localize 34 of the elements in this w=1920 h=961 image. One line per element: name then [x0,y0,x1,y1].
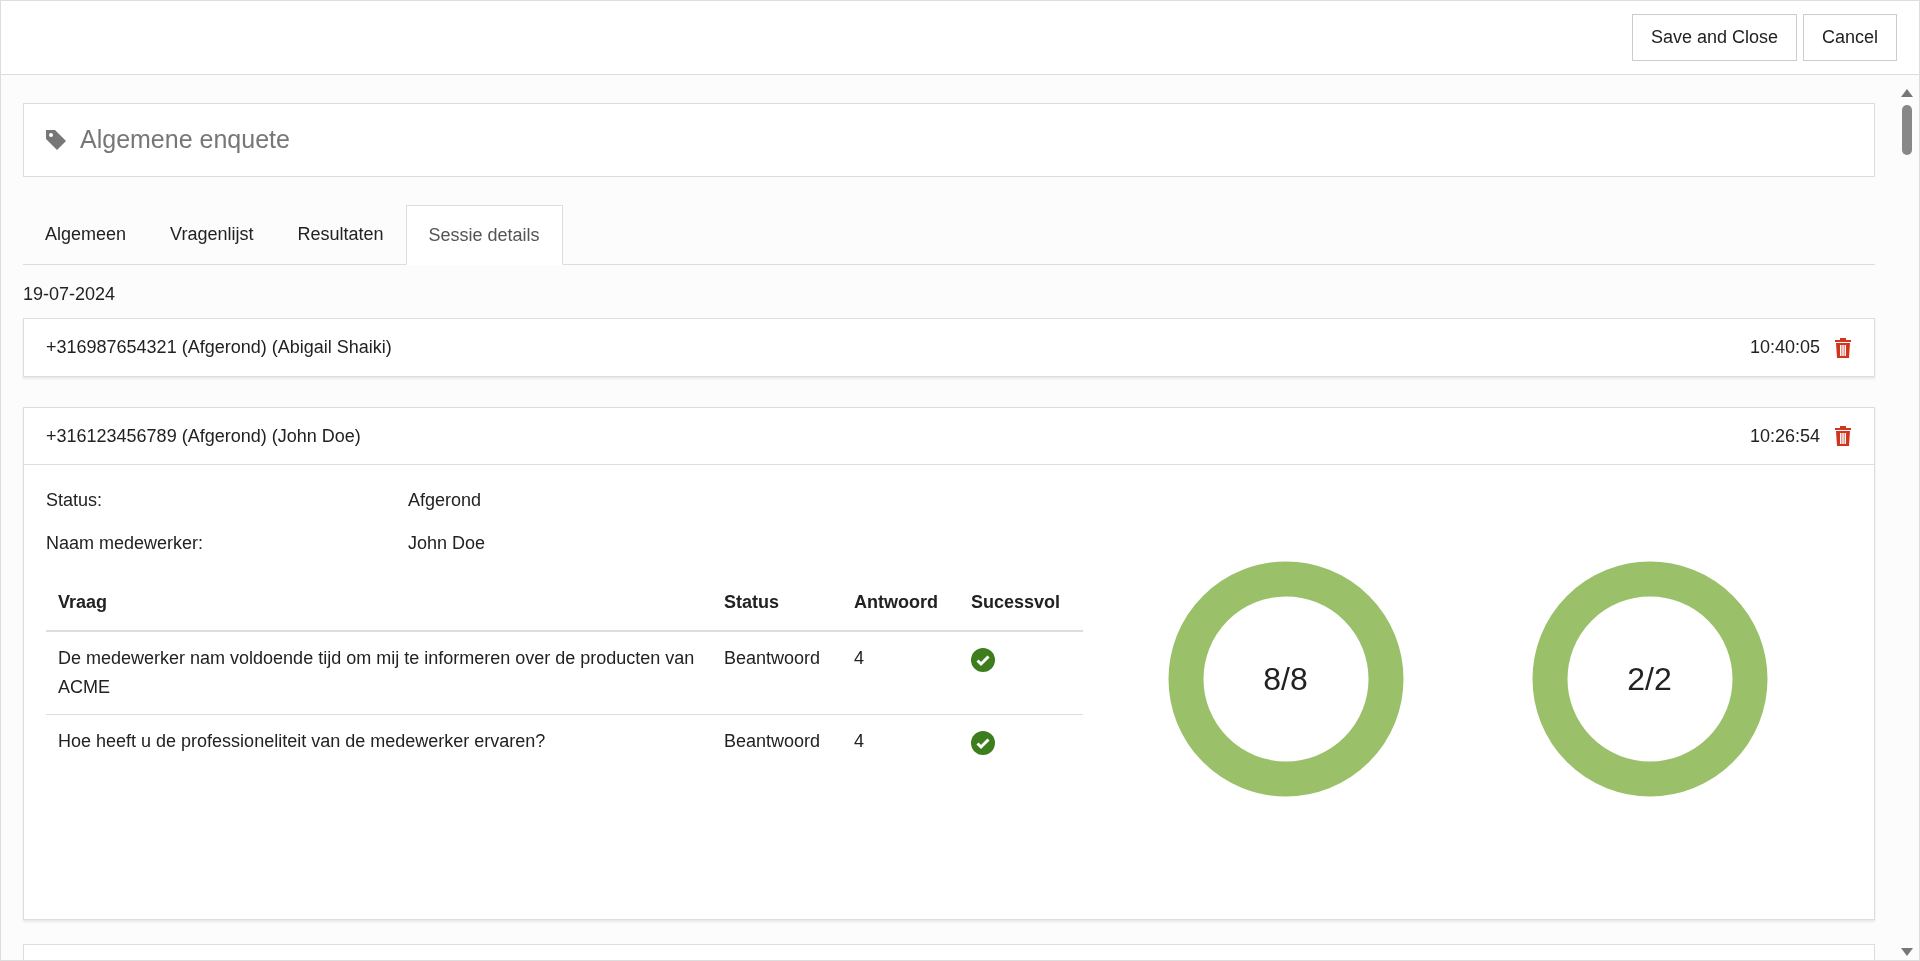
date-label: 19-07-2024 [23,283,116,306]
tab[interactable]: Algemeen [23,205,149,264]
column-header: Antwoord [842,575,959,631]
column-header: Sucessvol [959,575,1083,631]
toolbar-button[interactable]: Cancel [1802,14,1897,61]
table-cell: 4 [842,631,959,715]
scroll-up-icon[interactable] [1901,89,1913,97]
detail-label: Naam medewerker: [46,532,205,555]
table-cell: Beantwoord [712,714,842,771]
session-time: 10:26:54 [1749,424,1820,448]
tab[interactable]: Vragenlijst [148,205,276,264]
scrollbar-thumb[interactable] [1902,105,1912,155]
session-time: 10:40:05 [1749,336,1820,359]
session-title[interactable]: +316987654321 (Afgerond) (Abigail Shaiki) [46,334,392,361]
table-cell: Hoe heeft u de professioneliteit van de medewerker ervaren? [46,714,712,771]
scroll-down-icon[interactable] [1901,948,1913,956]
detail-value: Afgerond [408,489,482,512]
toolbar-button[interactable]: Save and Close [1631,14,1797,61]
detail-value: John Doe [408,532,486,555]
gauge-label: 8/8 [1263,660,1308,699]
page-title: Algemene enquete [80,124,290,156]
detail-label: Status: [46,489,104,512]
table-cell: 4 [842,714,959,771]
session-title[interactable]: +316123456789 (Afgerond) (John Doe) [46,422,361,450]
table-cell: Beantwoord [712,631,842,715]
column-header: Vraag [46,575,712,631]
tab[interactable]: Sessie details [405,205,563,265]
tab[interactable]: Resultaten [275,205,406,264]
column-header: Status [712,575,842,631]
trash-icon[interactable] [1834,336,1852,359]
tag-icon [44,128,68,152]
trash-icon[interactable] [1834,425,1852,447]
gauge-label: 2/2 [1627,660,1672,699]
table-cell: De medewerker nam voldoende tijd om mij te informeren over de producten van ACME [46,631,712,715]
